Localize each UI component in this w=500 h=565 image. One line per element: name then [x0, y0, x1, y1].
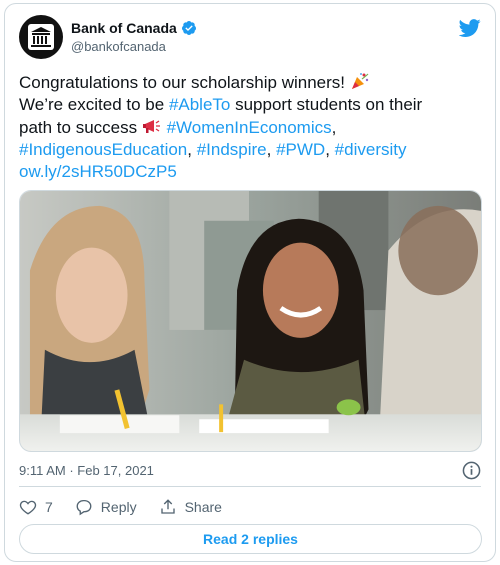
tweet-line-4: #IndigenousEducation, #Indspire, #PWD, #… [19, 139, 481, 161]
tweet-line-5: ow.ly/2sHR50DCzP5 [19, 161, 481, 183]
tweet-header: Bank of Canada @bankofcanada [19, 15, 481, 61]
hashtag-ableto[interactable]: #AbleTo [169, 95, 230, 114]
hashtag-indspire[interactable]: #Indspire [197, 140, 267, 159]
reply-bubble-icon [76, 499, 92, 516]
bank-building-icon [28, 24, 54, 50]
tweet-line-2: We’re excited to be #AbleTo support stud… [19, 94, 481, 116]
author-names: Bank of Canada @bankofcanada [71, 19, 197, 56]
share-label: Share [184, 499, 222, 515]
students-studying-photo [20, 191, 481, 451]
reply-button[interactable]: Reply [75, 498, 137, 516]
author-display-name[interactable]: Bank of Canada [71, 19, 197, 37]
reply-label: Reply [100, 499, 137, 515]
separator: , [187, 140, 197, 159]
separator: , [266, 140, 277, 159]
tweet-line-2-suffix: support students on their [230, 95, 423, 114]
read-replies-button[interactable]: Read 2 replies [19, 524, 482, 554]
hashtag-pwd[interactable]: #PWD [276, 140, 325, 159]
tweet-actions: 7 Reply Share [19, 494, 244, 520]
tweet-line-3: path to success #WomenInEconomics, [19, 116, 481, 139]
shortened-url-link[interactable]: ow.ly/2sHR50DCzP5 [19, 162, 177, 181]
like-count: 7 [45, 499, 53, 515]
share-button[interactable]: Share [159, 498, 222, 516]
share-upload-icon [160, 499, 175, 514]
verified-badge-icon [181, 21, 196, 35]
hashtag-indigenouseducation[interactable]: #IndigenousEducation [19, 140, 187, 159]
hashtag-womenineconomics[interactable]: #WomenInEconomics [167, 118, 332, 137]
author-handle[interactable]: @bankofcanada [71, 38, 197, 56]
tweet-text: Congratulations to our scholarship winne… [19, 71, 481, 183]
tweet-line-1-text: Congratulations to our scholarship winne… [19, 73, 346, 92]
like-button[interactable]: 7 [19, 498, 53, 516]
timestamp[interactable]: 9:11 AM · Feb 17, 2021 [19, 463, 154, 478]
hashtag-diversity[interactable]: #diversity [335, 140, 407, 159]
separator: , [325, 140, 335, 159]
info-icon[interactable] [462, 461, 481, 480]
avatar[interactable] [19, 15, 63, 59]
tweet-meta: 9:11 AM · Feb 17, 2021 [19, 461, 481, 481]
tweet-line-1: Congratulations to our scholarship winne… [19, 71, 481, 94]
divider [19, 486, 481, 487]
twitter-bird-icon[interactable] [459, 17, 481, 39]
megaphone-icon [142, 120, 160, 133]
heart-icon [19, 500, 37, 515]
tweet-line-3-suffix: , [331, 118, 337, 137]
tweet-card[interactable]: Bank of Canada @bankofcanada Congratulat… [4, 3, 496, 562]
tweet-photo[interactable] [19, 190, 482, 452]
tweet-line-2-prefix: We’re excited to be [19, 95, 169, 114]
tweet-line-3-prefix: path to success [19, 118, 142, 137]
display-name-text: Bank of Canada [71, 20, 177, 36]
party-popper-icon [351, 73, 369, 89]
